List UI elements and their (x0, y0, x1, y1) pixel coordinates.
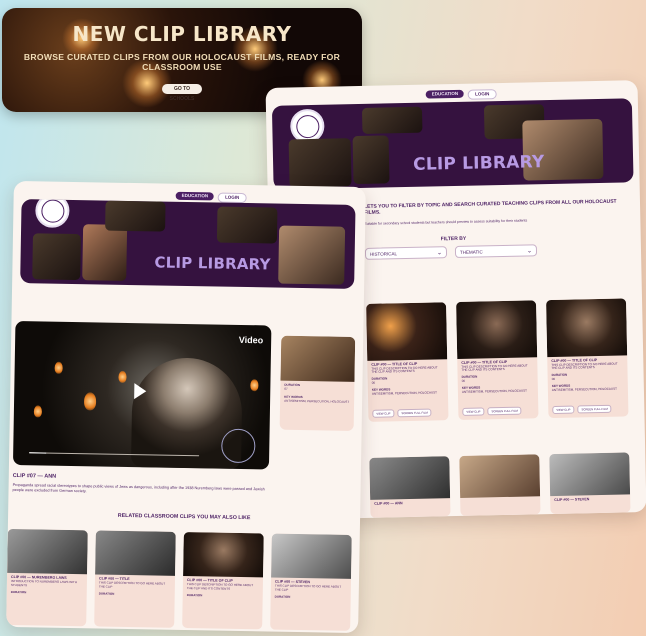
related-clips-heading: RELATED CLASSROOM CLIPS YOU MAY ALSO LIK… (117, 512, 251, 522)
clip-card[interactable]: CLIP #00 — TITLE OF CLIP THIS CLIP DESCR… (546, 298, 629, 419)
filter-by-label: FILTER BY (440, 235, 467, 243)
hero-image (352, 135, 390, 185)
hero-image (278, 225, 346, 285)
view-clip-button[interactable]: VIEW CLIP (552, 405, 575, 415)
video-player[interactable]: Video (12, 321, 272, 470)
bulb (54, 361, 63, 374)
clip-card[interactable] (459, 454, 541, 516)
clip-thumbnail (369, 456, 451, 500)
bulb (250, 379, 259, 392)
library-hero: CLIP LIBRARY (271, 98, 634, 190)
hero-image (105, 200, 166, 232)
screen-full-film-button[interactable]: SCREEN FULL FILM (577, 404, 612, 414)
screen-full-film-button[interactable]: SCREEN FULL FILM (397, 408, 432, 418)
nav-login-button[interactable]: LOGIN (217, 192, 247, 204)
clip-thumbnail (459, 454, 541, 498)
clip-card[interactable]: CLIP #00 — TITLE OF CLIP THIS CLIP DESCR… (456, 300, 539, 420)
clip-thumbnail (546, 298, 628, 357)
clip-info-card: DURATION 07 KEY WORDS ANTISEMITISM, PERS… (279, 335, 356, 431)
clip-card[interactable]: CLIP #00 — ANN (369, 456, 451, 518)
keywords-value: ANTISEMITISM, PERSECUTION, HOLOCAUST (461, 388, 527, 394)
bulb (118, 370, 127, 383)
library-title: CLIP LIBRARY (412, 152, 545, 175)
banner-cta-button[interactable]: GO TO SCHOOLS (162, 84, 202, 102)
clip-card-actions: VIEW CLIP SCREEN FULL FILM (552, 404, 612, 415)
hero-image (32, 233, 82, 281)
clip-description: Propaganda spread racial stereotypes to … (12, 482, 265, 494)
keywords-value: ANTISEMITISM, PERSECUTION, HOLOCAUST (371, 390, 437, 396)
bulb (83, 392, 97, 411)
nav-pills: EDUCATION LOGIN (425, 89, 497, 100)
keywords-value: ANTISEMITISM, PERSECUTION, HOLOCAUST (284, 398, 350, 404)
related-clip-card[interactable]: CLIP #00 — STEVEN THIS CLIP DESCRIPTION … (270, 533, 352, 631)
view-clip-button[interactable]: VIEW CLIP (462, 407, 485, 416)
hero-image (216, 206, 278, 244)
clip-card-title: CLIP #00 — STEVEN (554, 497, 590, 502)
clip-card-title (460, 496, 540, 500)
duration-label: DURATION (186, 592, 203, 597)
related-clip-card[interactable]: CLIP #00 — TITLE OF CLIP THIS CLIP DESCR… (182, 531, 264, 630)
clip-thumbnail (183, 531, 264, 578)
video-progress-fill (29, 451, 47, 454)
banner-title: NEW CLIP LIBRARY (72, 22, 292, 46)
clip-detail-page: EDUCATION LOGIN CLIP LIBRARY Video DURAT… (6, 180, 366, 634)
chevron-down-icon: ⌄ (526, 248, 533, 255)
clip-card[interactable]: CLIP #00 — STEVEN (549, 452, 631, 515)
hero-image (361, 106, 423, 134)
clip-thumbnail (280, 335, 356, 382)
library-intro: LETS YOU TO FILTER BY TOPIC AND SEARCH C… (363, 198, 617, 216)
nav-education-button[interactable]: EDUCATION (425, 89, 465, 99)
clip-card[interactable]: CLIP #00 — TITLE OF CLIP THIS CLIP DESCR… (366, 302, 449, 422)
banner-subtitle: BROWSE CURATED CLIPS FROM OUR HOLOCAUST … (23, 52, 341, 72)
thematic-filter-select[interactable]: THEMATIC ⌄ (454, 244, 538, 259)
bulb (33, 405, 43, 418)
library-title: CLIP LIBRARY (154, 253, 271, 274)
clip-card-actions: VIEW CLIP SCREEN FULL FILM (462, 406, 522, 416)
library-hero: CLIP LIBRARY (20, 199, 356, 289)
duration-label: DURATION (98, 591, 115, 596)
chevron-down-icon: ⌄ (436, 250, 443, 257)
library-note: Suitable for secondary school students b… (364, 218, 528, 226)
hero-image (288, 138, 352, 188)
view-clip-button[interactable]: VIEW CLIP (372, 409, 395, 418)
related-clip-card[interactable]: CLIP #00 — TITLE THIS CLIP DESCRIPTION T… (94, 530, 176, 628)
related-clip-card[interactable]: CLIP #00 — NUREMBERG LAWS INTRODUCTION T… (6, 528, 88, 627)
clip-thumbnail (271, 533, 352, 579)
clip-thumbnail (549, 452, 631, 497)
clip-thumbnail (366, 302, 448, 361)
screen-full-film-button[interactable]: SCREEN FULL FILM (487, 406, 522, 416)
video-label: Video (238, 334, 264, 346)
nav-education-button[interactable]: EDUCATION (175, 191, 215, 201)
clip-thumbnail (7, 528, 88, 575)
play-icon[interactable] (134, 383, 147, 400)
nav-login-button[interactable]: LOGIN (468, 89, 497, 100)
logo (35, 199, 70, 228)
clip-card-actions: VIEW CLIP SCREEN FULL FILM (372, 408, 432, 418)
clip-card-title: CLIP #00 — ANN (374, 501, 403, 506)
hero-image (82, 224, 128, 281)
select-value: THEMATIC (459, 249, 483, 255)
duration-label: DURATION (274, 594, 291, 599)
watermark-seal-icon (221, 428, 256, 464)
keywords-value: ANTISEMITISM, PERSECUTION, HOLOCAUST (551, 386, 617, 392)
clip-thumbnail (456, 300, 538, 359)
clip-thumbnail (95, 530, 176, 576)
clip-title: CLIP #07 — ANN (12, 472, 57, 480)
select-value: HISTORICAL (369, 251, 398, 257)
duration-label: DURATION (10, 589, 27, 594)
historical-filter-select[interactable]: HISTORICAL ⌄ (364, 246, 448, 260)
